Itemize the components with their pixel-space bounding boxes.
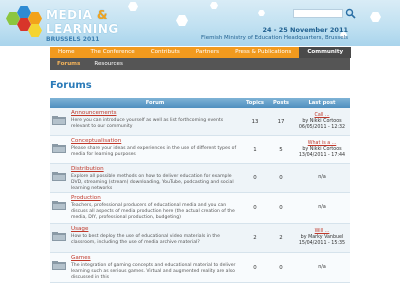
nav-item-home[interactable]: Home bbox=[50, 47, 83, 58]
forum-description: Please share your ideas and experiences … bbox=[71, 146, 237, 157]
topics-count: 2 bbox=[253, 235, 257, 241]
table-row: Conceptualisation Please share your idea… bbox=[50, 136, 350, 164]
table-row: Announcements Here you can introduce you… bbox=[50, 108, 350, 136]
header-posts: Posts bbox=[272, 100, 290, 106]
forum-link-conceptualisation[interactable]: Conceptualisation bbox=[71, 138, 239, 144]
table-row: Production Teachers, professional produc… bbox=[50, 193, 350, 224]
forum-description: The integration of gaming concepts and e… bbox=[71, 263, 236, 280]
last-post-date: 13/04/2011 - 17:44 bbox=[298, 152, 346, 158]
last-post: n/a bbox=[294, 253, 350, 282]
decorative-hexagon bbox=[128, 2, 138, 11]
logo-text-learning: LEARNING bbox=[46, 22, 119, 36]
folder-icon bbox=[52, 144, 66, 153]
last-post: n/a bbox=[294, 193, 350, 223]
forum-link-distribution[interactable]: Distribution bbox=[71, 166, 239, 172]
forum-link-usage[interactable]: Usage bbox=[71, 226, 239, 232]
nav-item-press[interactable]: Press & Publications bbox=[227, 47, 299, 58]
last-post-author: n/a bbox=[318, 264, 326, 270]
logo-text-media: MEDIA & bbox=[46, 8, 109, 22]
last-post-date: 15/04/2011 - 15:35 bbox=[298, 241, 346, 246]
last-post-author: n/a bbox=[318, 175, 326, 180]
forum-description: How to best deploy the use of educationa… bbox=[71, 234, 220, 245]
folder-icon bbox=[52, 232, 66, 241]
table-row: Distribution Explore all possible method… bbox=[50, 164, 350, 193]
header-icon-col bbox=[50, 98, 68, 108]
last-post: n/a bbox=[294, 164, 350, 192]
main-nav: Home The Conference Contributs Partners … bbox=[50, 47, 352, 58]
nav-item-community[interactable]: Community bbox=[299, 47, 352, 58]
search-icon[interactable] bbox=[345, 8, 356, 19]
sub-nav: Forums Resources bbox=[50, 58, 350, 70]
topics-count: 1 bbox=[253, 146, 257, 153]
decorative-hexagon bbox=[176, 15, 188, 26]
search-input[interactable] bbox=[293, 9, 343, 18]
event-date: 24 - 25 November 2011 bbox=[262, 26, 348, 34]
topics-count: 0 bbox=[253, 264, 257, 271]
nav-item-conference[interactable]: The Conference bbox=[83, 47, 143, 58]
folder-icon bbox=[52, 116, 66, 125]
posts-count: 0 bbox=[279, 264, 283, 271]
posts-count: 2 bbox=[279, 235, 283, 241]
header-forum: Forum bbox=[145, 100, 165, 106]
folder-icon bbox=[52, 261, 66, 270]
posts-count: 0 bbox=[279, 205, 283, 211]
decorative-hexagon bbox=[210, 2, 218, 9]
nav-item-partners[interactable]: Partners bbox=[188, 47, 227, 58]
forums-table: Forum Topics Posts Last post Announcemen… bbox=[50, 98, 350, 283]
posts-count: 5 bbox=[279, 146, 283, 153]
site-header: MEDIA & LEARNING BRUSSELS 2011 24 - 25 N… bbox=[0, 0, 400, 46]
folder-icon bbox=[52, 201, 66, 210]
last-post: Will ... by Marky Vanbuel 15/04/2011 - 1… bbox=[294, 224, 350, 252]
forum-description: Explore all possible methods on how to d… bbox=[71, 174, 234, 191]
header-last-post: Last post bbox=[308, 100, 336, 106]
topics-count: 0 bbox=[253, 175, 257, 181]
page-title: Forums bbox=[50, 80, 92, 91]
subnav-item-forums[interactable]: Forums bbox=[50, 61, 87, 67]
topics-count: 13 bbox=[251, 118, 259, 125]
nav-item-contributs[interactable]: Contributs bbox=[143, 47, 188, 58]
forum-description: Here you can introduce yourself as well … bbox=[71, 118, 224, 129]
forum-description: Teachers, professional producers of educ… bbox=[71, 203, 235, 220]
last-post-date: 06/05/2011 - 12:32 bbox=[298, 124, 346, 130]
header-topics: Topics bbox=[245, 100, 265, 106]
logo-text-brussels: BRUSSELS 2011 bbox=[46, 36, 100, 43]
last-post-author: n/a bbox=[318, 205, 326, 210]
posts-count: 0 bbox=[279, 175, 283, 181]
forum-link-games[interactable]: Games bbox=[71, 255, 239, 261]
table-row: Games The integration of gaming concepts… bbox=[50, 253, 350, 283]
last-post: Call ... by Nikki Cortoos 06/05/2011 - 1… bbox=[294, 108, 350, 135]
posts-count: 17 bbox=[277, 118, 285, 125]
topics-count: 0 bbox=[253, 205, 257, 211]
table-header: Forum Topics Posts Last post bbox=[50, 98, 350, 108]
decorative-hexagon bbox=[258, 10, 265, 16]
event-venue: Flemish Ministry of Education Headquarte… bbox=[201, 35, 348, 41]
table-row: Usage How to best deploy the use of educ… bbox=[50, 224, 350, 253]
decorative-hexagon bbox=[370, 12, 381, 22]
folder-icon bbox=[52, 172, 66, 181]
last-post: What is a ... by Nikki Cortoos 13/04/201… bbox=[294, 136, 350, 163]
subnav-item-resources[interactable]: Resources bbox=[87, 61, 130, 67]
forum-link-announcements[interactable]: Announcements bbox=[71, 110, 239, 116]
forum-link-production[interactable]: Production bbox=[71, 195, 239, 201]
